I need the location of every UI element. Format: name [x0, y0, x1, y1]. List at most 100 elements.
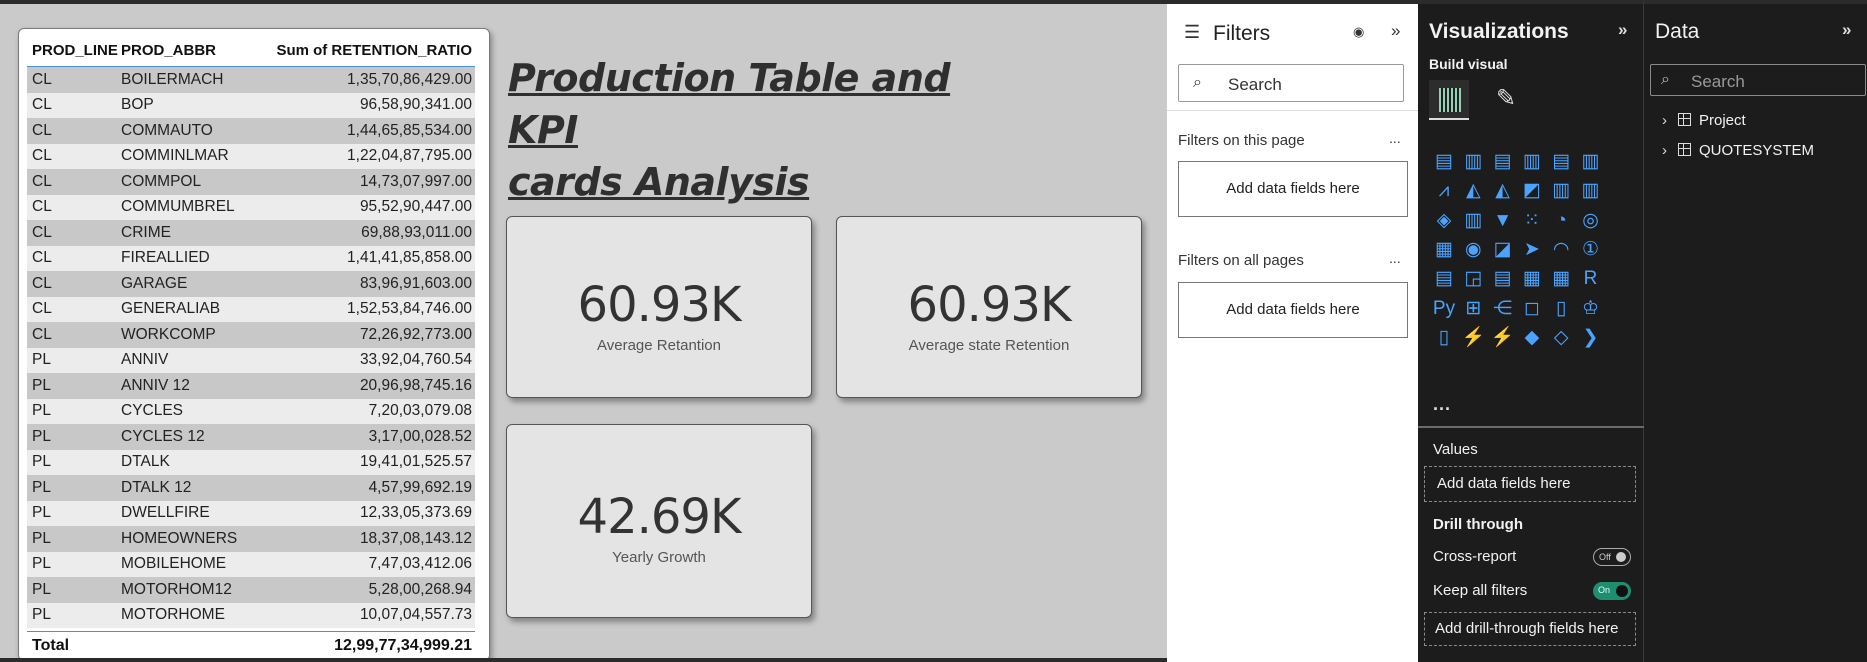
filled-map-icon[interactable]: ◪ [1489, 236, 1517, 264]
data-search-input[interactable]: ⌕ Search [1650, 64, 1866, 96]
kpi-value: 60.93K [577, 277, 742, 333]
power-apps-icon[interactable]: ⚡ [1459, 324, 1487, 352]
slicer-icon[interactable]: ▤ [1489, 265, 1517, 293]
table-row[interactable]: CL COMMAUTO 1,44,65,85,534.00 [27, 118, 475, 144]
collapse-data-icon[interactable]: » [1842, 20, 1851, 40]
stacked-bar-icon[interactable]: ▤ [1430, 148, 1458, 176]
azure-map-icon[interactable]: ➤ [1518, 236, 1546, 264]
data-table-quotesystem[interactable]: › QUOTESYSTEM [1662, 142, 1814, 159]
filters-on-this-page-more[interactable]: ... [1389, 130, 1401, 146]
table-row[interactable]: PL MOTORHOM12 5,28,00,268.94 [27, 577, 475, 603]
table-row[interactable]: CL GENERALIAB 1,52,53,84,746.00 [27, 296, 475, 322]
more-visuals-icon[interactable]: ❯ [1577, 324, 1605, 352]
table-row[interactable]: PL CYCLES 7,20,03,079.08 [27, 398, 475, 424]
table-row[interactable]: PL DTALK 19,41,01,525.57 [27, 449, 475, 475]
cell-prod-line: PL [32, 580, 51, 598]
stacked-area-icon[interactable]: ◭ [1489, 177, 1517, 205]
table-row[interactable]: CL BOILERMACH 1,35,70,86,429.00 [27, 67, 475, 93]
filters-search-placeholder: Search [1228, 75, 1282, 94]
table-row[interactable]: PL ANNIV 12 20,96,98,745.16 [27, 373, 475, 399]
python-visual-icon[interactable]: Py [1430, 295, 1458, 323]
pie-chart-icon[interactable]: ◔ [1547, 207, 1575, 235]
card-icon[interactable]: ① [1577, 236, 1605, 264]
paginated-report-icon[interactable]: ▯ [1430, 324, 1458, 352]
goals-icon[interactable]: ♔ [1577, 295, 1605, 323]
chevron-right-icon[interactable]: › [1662, 112, 1678, 129]
table-row[interactable]: PL HOMEOWNERS 18,37,08,143.12 [27, 526, 475, 552]
map-icon[interactable]: ◉ [1459, 236, 1487, 264]
matrix-icon[interactable]: ▦ [1547, 265, 1575, 293]
format-visual-tab-icon[interactable]: ✎ [1496, 84, 1516, 113]
table-icon[interactable]: ▦ [1518, 265, 1546, 293]
table-total-row: Total 12,99,77,34,999.21 [27, 631, 475, 659]
data-table-project[interactable]: › Project [1662, 112, 1746, 129]
kpi-icon[interactable]: ◲ [1459, 265, 1487, 293]
header-prod-line[interactable]: PROD_LINE [27, 42, 121, 59]
filters-on-all-pages-more[interactable]: ... [1389, 250, 1401, 266]
header-prod-abbr[interactable]: PROD_ABBR [121, 42, 261, 59]
build-visual-tab-icon[interactable] [1429, 80, 1469, 120]
all-pages-filters-drop-zone[interactable]: Add data fields here [1178, 282, 1408, 338]
collapse-visualizations-icon[interactable]: » [1618, 20, 1627, 40]
stacked-column-icon[interactable]: ▥ [1518, 148, 1546, 176]
table-row[interactable]: CL COMMINLMAR 1,22,04,87,795.00 [27, 143, 475, 169]
funnel-icon[interactable]: ▼ [1489, 207, 1517, 235]
production-table-visual[interactable]: PROD_LINE PROD_ABBR Sum of RETENTION_RAT… [18, 28, 490, 661]
line-chart-icon[interactable]: ⩘ [1430, 177, 1458, 205]
table-row[interactable]: CL GARAGE 83,96,91,603.00 [27, 271, 475, 297]
multirow-card-icon[interactable]: ▤ [1430, 265, 1458, 293]
chevron-right-icon[interactable]: › [1662, 142, 1678, 159]
table-row[interactable]: CL CRIME 69,88,93,011.00 [27, 220, 475, 246]
power-automate-icon[interactable]: ⚡ [1489, 324, 1517, 352]
table-row[interactable]: PL ANNIV 33,92,04,760.54 [27, 347, 475, 373]
table-row[interactable]: CL COMMUMBREL 95,52,90,447.00 [27, 194, 475, 220]
table-row[interactable]: CL WORKCOMP 72,26,92,773.00 [27, 322, 475, 348]
100-area-icon[interactable]: ◩ [1518, 177, 1546, 205]
eye-icon[interactable]: ◉ [1353, 24, 1364, 40]
gauge-icon[interactable]: ◠ [1547, 236, 1575, 264]
collapse-filters-icon[interactable]: » [1391, 21, 1400, 41]
kpi-card-yearly-growth[interactable]: 42.69K Yearly Growth [506, 424, 812, 618]
more-visuals-icon[interactable]: ... [1433, 394, 1451, 415]
clustered-column-icon[interactable]: ▥ [1459, 148, 1487, 176]
filters-search-input[interactable]: ⌕ Search [1178, 64, 1404, 102]
waterfall-icon[interactable]: ▥ [1459, 207, 1487, 235]
area-chart-icon[interactable]: ◭ [1459, 177, 1487, 205]
table-row[interactable]: PL DWELLFIRE 12,33,05,373.69 [27, 500, 475, 526]
drill-through-drop-zone[interactable]: Add drill-through fields here [1424, 612, 1636, 646]
table-row[interactable]: PL MOTORHOME 10,07,04,557.73 [27, 602, 475, 628]
narrative-icon[interactable]: ▯ [1547, 295, 1575, 323]
scatter-icon[interactable]: ⁙ [1518, 207, 1546, 235]
table-row[interactable]: PL MOBILEHOME 7,47,03,412.06 [27, 551, 475, 577]
kpi-card-average-state-retention[interactable]: 60.93K Average state Retention [836, 216, 1142, 398]
table-row[interactable]: PL CYCLES 12 3,17,00,028.52 [27, 424, 475, 450]
values-drop-zone[interactable]: Add data fields here [1424, 466, 1636, 502]
line-clustered-icon[interactable]: ▥ [1577, 177, 1605, 205]
keep-all-filters-toggle[interactable]: On [1593, 582, 1631, 600]
cross-report-toggle[interactable]: Off [1593, 548, 1631, 566]
key-influencers-icon[interactable]: ⊞ [1459, 295, 1487, 323]
decomposition-tree-icon[interactable]: ⋲ [1489, 295, 1517, 323]
fabric-icon[interactable]: ◇ [1547, 324, 1575, 352]
kpi-card-average-retention[interactable]: 60.93K Average Retantion [506, 216, 812, 398]
filters-title: Filters [1213, 22, 1271, 45]
table-row[interactable]: CL FIREALLIED 1,41,41,85,858.00 [27, 245, 475, 271]
arcgis-icon[interactable]: ◆ [1518, 324, 1546, 352]
header-retention-ratio[interactable]: Sum of RETENTION_RATIO [261, 42, 475, 59]
100-bar-icon[interactable]: ▤ [1547, 148, 1575, 176]
cell-prod-abbr: ANNIV [121, 351, 169, 369]
treemap-icon[interactable]: ▦ [1430, 236, 1458, 264]
table-row[interactable]: CL BOP 96,58,90,341.00 [27, 92, 475, 118]
line-column-icon[interactable]: ▥ [1547, 177, 1575, 205]
table-row[interactable]: PL DTALK 12 4,57,99,692.19 [27, 475, 475, 501]
qa-icon[interactable]: ◻ [1518, 295, 1546, 323]
page-filters-drop-zone[interactable]: Add data fields here [1178, 161, 1408, 217]
ribbon-chart-icon[interactable]: ◈ [1430, 207, 1458, 235]
table-row[interactable]: CL COMMPOL 14,73,07,997.00 [27, 169, 475, 195]
filter-icon: ☰ [1184, 22, 1201, 42]
100-column-icon[interactable]: ▥ [1577, 148, 1605, 176]
r-visual-icon[interactable]: R [1577, 265, 1605, 293]
keep-all-filters-row: Keep all filters On [1433, 582, 1643, 600]
clustered-bar-icon[interactable]: ▤ [1489, 148, 1517, 176]
donut-chart-icon[interactable]: ◎ [1577, 207, 1605, 235]
